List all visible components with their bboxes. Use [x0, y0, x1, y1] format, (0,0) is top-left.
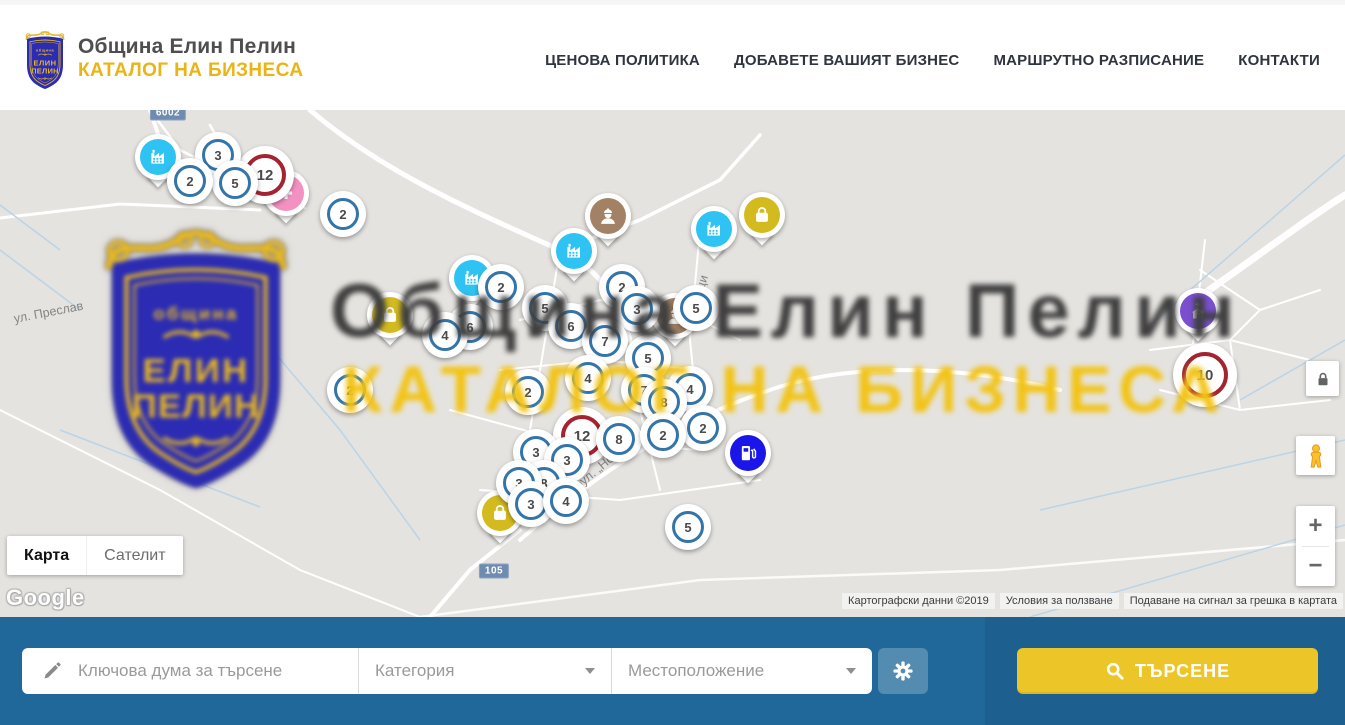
- search-bar: Категория Местоположение ТЪРСЕНЕ: [0, 617, 1345, 725]
- search-bar-left-panel: Категория Местоположение: [0, 617, 985, 725]
- cluster-count: 3: [515, 488, 547, 520]
- map-markers: 123522252356675424748212282338334510: [0, 110, 1345, 617]
- map-pin-church[interactable]: [1175, 288, 1221, 348]
- cluster-count: 4: [550, 485, 582, 517]
- cluster-count: 8: [603, 423, 635, 455]
- site-title: Община Елин Пелин: [78, 36, 303, 58]
- map-pin-factory[interactable]: [691, 206, 737, 266]
- chevron-down-icon: [846, 668, 856, 674]
- map-pin-factory[interactable]: [551, 228, 597, 288]
- map-type-control: Карта Сателит: [7, 536, 183, 575]
- map-canvas[interactable]: 123522252356675424748212282338334510 Общ…: [0, 110, 1345, 617]
- cluster-count: 2: [334, 374, 366, 406]
- pencil-icon: [42, 661, 62, 681]
- map-cluster-marker[interactable]: 2: [680, 405, 726, 451]
- padlock-icon: [1314, 370, 1332, 388]
- cluster-count: 5: [680, 292, 712, 324]
- google-logo[interactable]: Google: [6, 585, 85, 611]
- attribution-link[interactable]: Условия за ползване: [1000, 593, 1119, 609]
- category-select-value: Категория: [375, 661, 454, 681]
- cluster-count: 2: [687, 412, 719, 444]
- factory-icon: [696, 211, 732, 247]
- map-type-satellite-button[interactable]: Сателит: [86, 536, 182, 575]
- map-attribution: Картографски данни ©2019 Условия за ползв…: [842, 593, 1343, 609]
- cluster-count: 4: [572, 362, 604, 394]
- location-select[interactable]: Местоположение: [612, 648, 872, 694]
- map-pin-bag[interactable]: [367, 292, 413, 352]
- attribution-text: Картографски данни ©2019: [842, 593, 995, 609]
- keyword-section: [22, 648, 358, 694]
- pegman-icon: [1303, 443, 1329, 469]
- cluster-count: 5: [672, 511, 704, 543]
- church-icon: [1180, 293, 1216, 329]
- map-cluster-marker[interactable]: 2: [640, 412, 686, 458]
- cluster-count: 2: [512, 376, 544, 408]
- zoom-control: + −: [1296, 506, 1335, 586]
- category-select[interactable]: Категория: [359, 648, 611, 694]
- main-nav: ЦЕНОВА ПОЛИТИКА ДОБАВЕТЕ ВАШИЯТ БИЗНЕС М…: [545, 5, 1320, 115]
- cluster-count: 2: [174, 165, 206, 197]
- map-cluster-marker[interactable]: 10: [1173, 343, 1237, 407]
- nav-item-contacts[interactable]: КОНТАКТИ: [1238, 52, 1320, 69]
- cluster-count: 2: [327, 198, 359, 230]
- map-cluster-marker[interactable]: 4: [422, 312, 468, 358]
- search-bar-right-panel: ТЪРСЕНЕ: [985, 617, 1345, 725]
- search-icon: [1105, 661, 1125, 681]
- cluster-count: 10: [1182, 352, 1228, 398]
- search-button-label: ТЪРСЕНЕ: [1135, 661, 1230, 682]
- map-cluster-marker[interactable]: 5: [212, 160, 258, 206]
- map-cluster-marker[interactable]: 5: [665, 504, 711, 550]
- gear-icon: [891, 659, 915, 683]
- zoom-out-button[interactable]: −: [1296, 547, 1335, 587]
- keyword-search-input[interactable]: [76, 660, 316, 682]
- map-pin-bag[interactable]: [739, 192, 785, 252]
- map-cluster-marker[interactable]: 2: [327, 367, 373, 413]
- site-logo-link[interactable]: Община Елин Пелин КАТАЛОГ НА БИЗНЕСА: [20, 27, 303, 90]
- map-cluster-marker[interactable]: 2: [320, 191, 366, 237]
- cluster-count: 2: [485, 271, 517, 303]
- map-cluster-marker[interactable]: 4: [543, 478, 589, 524]
- header: Община Елин Пелин КАТАЛОГ НА БИЗНЕСА ЦЕН…: [0, 0, 1345, 110]
- chevron-down-icon: [585, 668, 595, 674]
- cluster-count: 3: [621, 293, 653, 325]
- location-select-value: Местоположение: [628, 661, 764, 681]
- map-type-map-button[interactable]: Карта: [7, 536, 86, 575]
- map-cluster-marker[interactable]: 8: [596, 416, 642, 462]
- page: Община Елин Пелин КАТАЛОГ НА БИЗНЕСА ЦЕН…: [0, 0, 1345, 725]
- fuel-icon: [730, 435, 766, 471]
- bag-icon: [744, 197, 780, 233]
- map-pin-fuel[interactable]: [725, 430, 771, 490]
- map-cluster-marker[interactable]: 2: [167, 158, 213, 204]
- cluster-count: 5: [219, 167, 251, 199]
- bag-icon: [372, 297, 408, 333]
- cluster-count: 2: [647, 419, 679, 451]
- nav-item-route-schedule[interactable]: МАРШРУТНО РАЗПИСАНИЕ: [993, 52, 1204, 69]
- map-cluster-marker[interactable]: 2: [478, 264, 524, 310]
- nav-item-add-business[interactable]: ДОБАВЕТЕ ВАШИЯТ БИЗНЕС: [734, 52, 959, 69]
- map-lock-button[interactable]: [1306, 361, 1339, 396]
- attribution-link[interactable]: Подаване на сигнал за грешка в картата: [1124, 593, 1343, 609]
- street-view-pegman-button[interactable]: [1296, 436, 1335, 475]
- municipality-crest-logo: [20, 27, 70, 90]
- cluster-count: 4: [429, 319, 461, 351]
- map-cluster-marker[interactable]: 4: [565, 355, 611, 401]
- search-button[interactable]: ТЪРСЕНЕ: [1017, 648, 1318, 694]
- advanced-settings-button[interactable]: [878, 648, 928, 694]
- map-cluster-marker[interactable]: 5: [673, 285, 719, 331]
- search-fields-group: Категория Местоположение: [22, 648, 872, 694]
- cluster-count: 7: [589, 325, 621, 357]
- nav-item-pricing[interactable]: ЦЕНОВА ПОЛИТИКА: [545, 52, 700, 69]
- map-cluster-marker[interactable]: 2: [505, 369, 551, 415]
- zoom-in-button[interactable]: +: [1296, 506, 1335, 546]
- site-subtitle: КАТАЛОГ НА БИЗНЕСА: [78, 61, 303, 81]
- factory-icon: [556, 233, 592, 269]
